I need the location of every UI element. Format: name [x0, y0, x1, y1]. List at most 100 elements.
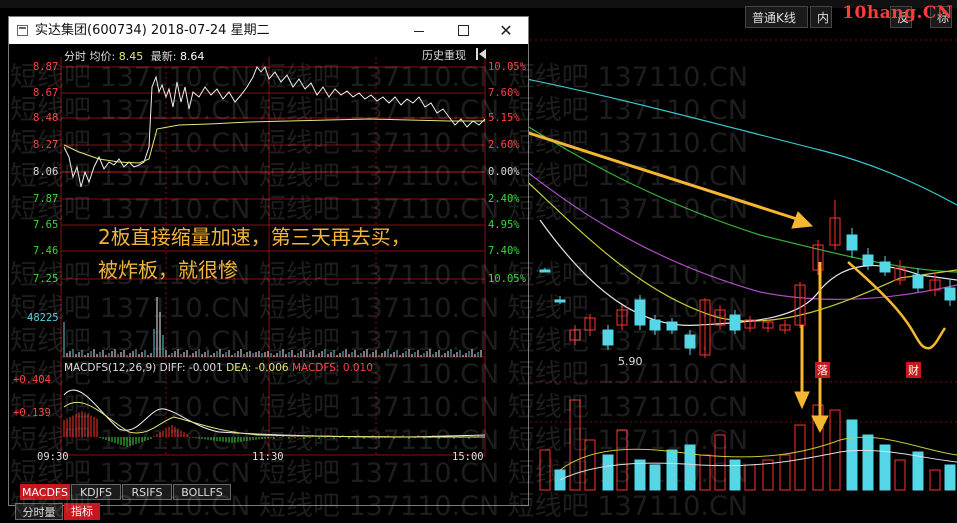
kline-volume-bar — [634, 459, 646, 491]
pct-tick: 0.00% — [488, 166, 520, 178]
diff-value: -0.001 — [188, 362, 223, 374]
arrow-head-icon — [811, 415, 829, 434]
price-tick: 8.87 — [33, 61, 59, 73]
price-tick: 8.06 — [33, 166, 59, 178]
kline-ma-lines — [479, 69, 957, 327]
tab-kline-type[interactable]: 普通K线 — [745, 6, 808, 28]
intraday-macd-bars — [63, 411, 479, 447]
kline-volume-bar — [699, 454, 711, 491]
ma-cyan — [479, 69, 957, 206]
intraday-label: 分时 — [64, 50, 86, 63]
kline-volume-bar — [912, 451, 924, 491]
kline-candle — [879, 261, 891, 273]
kline-candle — [539, 269, 551, 273]
kline-candle — [862, 254, 874, 266]
tab-rsifs[interactable]: RSIFS — [122, 484, 172, 500]
annotation-line-2: 被炸板，就很惨 — [98, 258, 238, 282]
tab-minute-volume[interactable]: 分时量 — [15, 503, 63, 520]
kline-candle — [846, 234, 858, 251]
annotation-text: 2板直接缩量加速，第三天再去买， 被炸板，就很惨 — [98, 221, 411, 287]
kline-volume-bar — [794, 424, 806, 491]
tab-kdjfs[interactable]: KDJFS — [71, 484, 121, 500]
pct-tick: 7.40% — [488, 245, 520, 257]
annotation-arrows — [481, 116, 947, 434]
brand-watermark: 10hang.CN — [842, 3, 953, 23]
kline-volume-bar — [779, 454, 791, 491]
pct-tick: 5.15% — [488, 112, 520, 124]
macd-dea-line — [63, 401, 486, 438]
time-tick: 15:00 — [452, 451, 484, 463]
intraday-header: 分时 均价: 8.45 最新: 8.64 — [64, 48, 204, 64]
history-arrow-icon[interactable] — [476, 48, 486, 60]
dea-label: DEA: — [226, 362, 252, 374]
kline-volume-bars — [539, 399, 956, 491]
kline-volume-bar — [944, 464, 956, 491]
avg-label: 均价: — [89, 50, 116, 63]
kline-volume-bar — [862, 434, 874, 491]
kline-low-label: 5.90 — [618, 355, 643, 368]
intraday-avg-line — [63, 118, 485, 164]
annotation-line-1: 2板直接缩量加速，第三天再去买， — [98, 225, 411, 249]
kline-volume-bar — [762, 459, 774, 491]
tab-inner[interactable]: 内 — [810, 6, 832, 28]
kline-candle — [554, 299, 566, 303]
history-replay-button[interactable]: 历史重现 — [422, 47, 466, 63]
intraday-window[interactable]: 实达集团(600734) 2018-07-24 星期二 ✕ 分时 均价: 8.4… — [8, 16, 529, 520]
kline-candle — [944, 287, 956, 301]
tab-indicator[interactable]: 指标 — [64, 503, 100, 520]
dea-value: -0.006 — [254, 362, 289, 374]
pct-tick: 7.60% — [488, 87, 520, 99]
price-tick: 7.87 — [33, 193, 59, 205]
kline-volume-bar — [539, 449, 551, 491]
latest-value: 8.64 — [179, 50, 205, 63]
kline-volume-ma2 — [559, 449, 957, 481]
latest-label: 最新: — [150, 50, 177, 63]
macd-tick: +0.404 — [13, 374, 51, 386]
kline-volume-bar — [569, 399, 581, 491]
macd-label: MACDFS(12,26,9) — [64, 362, 157, 374]
pct-tick: 4.95% — [488, 219, 520, 231]
price-tick: 7.46 — [33, 245, 59, 257]
tab-bollfs[interactable]: BOLLFS — [173, 484, 231, 500]
macd-tick: +0.139 — [13, 407, 51, 419]
intraday-volume-bars — [63, 297, 482, 357]
kline-candle — [634, 299, 646, 326]
kline-marker-1[interactable]: 落 — [815, 362, 830, 378]
kline-volume-bar — [714, 434, 726, 491]
kline-candle — [912, 274, 924, 289]
kline-volume-bar — [729, 459, 741, 491]
avg-value: 8.45 — [118, 50, 144, 63]
price-tick: 8.48 — [33, 112, 59, 124]
kline-volume-bar — [929, 469, 941, 491]
kline-volume-bar — [744, 464, 756, 491]
ma-white — [539, 219, 957, 327]
kline-candle — [729, 314, 741, 331]
intraday-price-line — [63, 65, 486, 188]
price-tick: 8.27 — [33, 139, 59, 151]
macd-header: MACDFS(12,26,9) DIFF: -0.001 DEA: -0.006… — [64, 362, 373, 374]
ma-green — [479, 94, 957, 273]
tab-macdfs[interactable]: MACDFS — [20, 484, 70, 500]
kline-candle — [684, 334, 696, 349]
time-tick: 11:30 — [252, 451, 284, 463]
price-tick: 8.67 — [33, 87, 59, 99]
macdfs-label: MACDFS: — [291, 362, 340, 374]
ma-yellow — [519, 174, 957, 322]
kline-volume-bar — [684, 444, 696, 491]
arrow-head-icon — [791, 211, 814, 229]
volume-tick: 48225 — [27, 312, 59, 324]
kline-volume-bar — [666, 449, 678, 491]
kline-candle — [649, 319, 661, 331]
time-tick: 09:30 — [37, 451, 69, 463]
macdfs-value: 0.010 — [342, 362, 373, 374]
kline-grid — [530, 39, 957, 423]
price-tick: 7.25 — [33, 273, 59, 285]
arrow-head-icon — [794, 391, 810, 410]
kline-candle — [666, 321, 678, 331]
macd-diff-line — [63, 389, 486, 438]
pct-tick: 10.05% — [488, 61, 526, 73]
kline-volume-bar — [602, 454, 614, 491]
kline-marker-2[interactable]: 财 — [906, 362, 921, 378]
kline-volume-bar — [584, 439, 596, 491]
price-tick: 7.65 — [33, 219, 59, 231]
